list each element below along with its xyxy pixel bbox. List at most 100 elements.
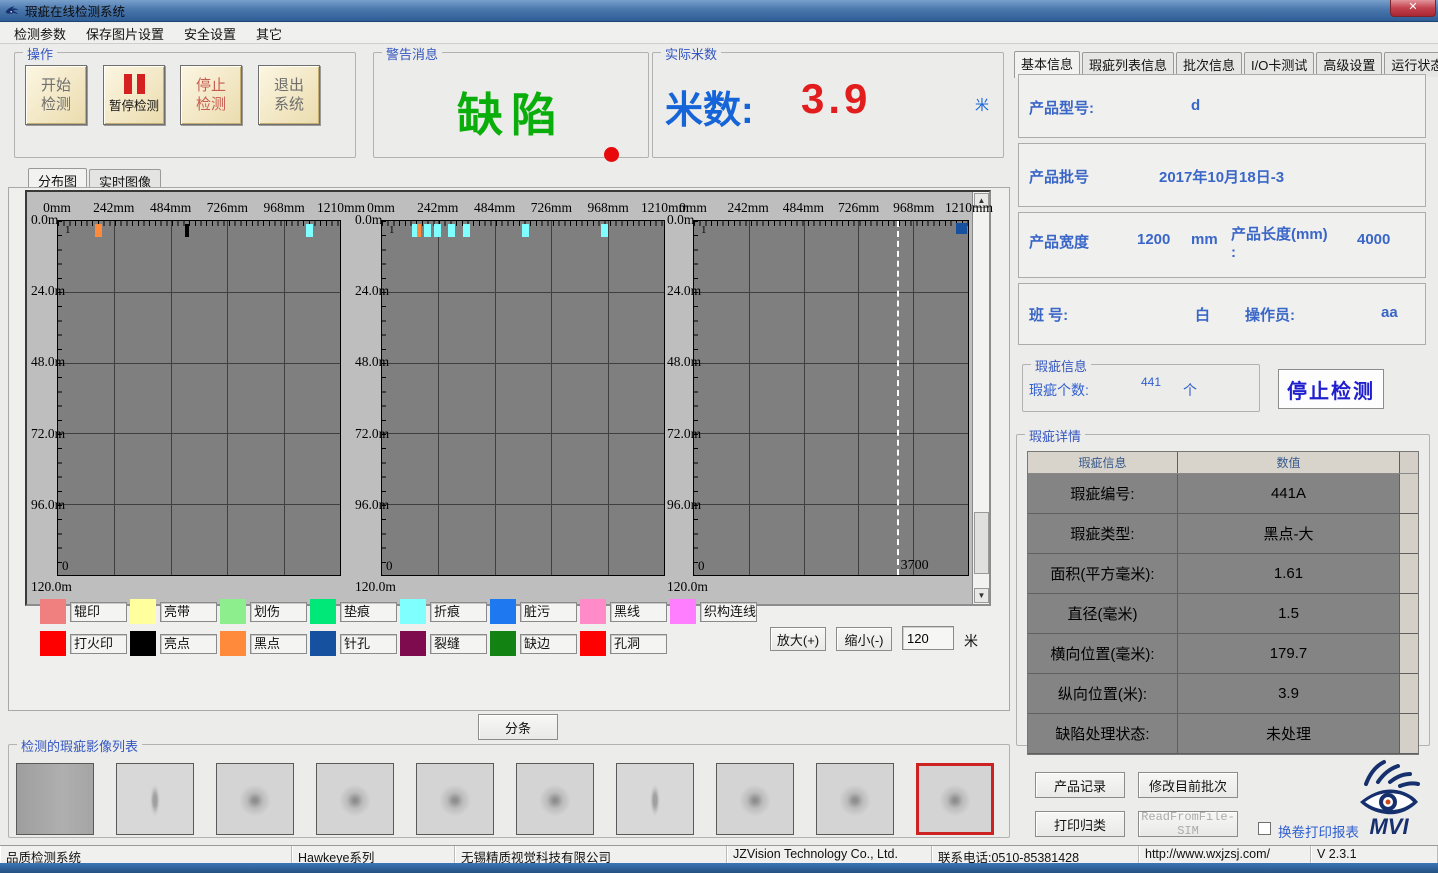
modify-batch-button[interactable]: 修改目前批次 (1138, 772, 1238, 798)
defect-mark[interactable] (522, 224, 529, 237)
alarm-dot-indicator (604, 147, 619, 162)
stop-detect-button[interactable]: 停止检测 (1278, 369, 1384, 409)
close-button[interactable]: ✕ (1390, 0, 1436, 17)
defect-mark[interactable] (434, 224, 441, 237)
status-bar: 品质检测系统Hawkeye系列无锡精质视觉科技有限公司JZVision Tech… (0, 845, 1438, 863)
op-button-2[interactable]: 停止检测 (180, 65, 242, 125)
defect-mark[interactable] (448, 224, 455, 237)
defect-row-label: 缺陷处理状态: (1028, 714, 1178, 753)
legend-item-黑点: 黑点 (220, 631, 310, 656)
defect-thumbnail-0[interactable] (16, 763, 94, 835)
range-input[interactable] (902, 626, 954, 650)
defect-info-group: 瑕疵信息 瑕疵个数: 441 个 (1022, 364, 1260, 412)
axis-ticks-left (694, 221, 698, 575)
defect-thumbnail-9[interactable] (916, 763, 994, 835)
defect-thumbnail-2[interactable] (216, 763, 294, 835)
op-button-0[interactable]: 开始检测 (25, 65, 87, 125)
defect-detail-table: 瑕疵信息 数值 瑕疵编号:441A瑕疵类型:黑点-大面积(平方毫米):1.61直… (1027, 451, 1419, 755)
gridline-h (58, 504, 340, 505)
y-tick-label: 0.0m (355, 212, 399, 228)
defect-table-row[interactable]: 瑕疵编号:441A (1028, 474, 1418, 514)
gridline-v (171, 221, 172, 575)
status-segment-4: 联系电话:0510-85381428 (932, 846, 1139, 863)
origin-label: 0 (698, 558, 705, 574)
pause-icon (124, 74, 145, 94)
defect-chart-2: 0mm242mm484mm726mm968mm1210mm0.0m24.0m48… (355, 196, 665, 596)
defect-thumbnail-5[interactable] (516, 763, 594, 835)
defect-mark[interactable] (417, 224, 421, 237)
status-segment-0: 品质检测系统 (0, 846, 292, 863)
legend-label: 织构连线 (700, 602, 757, 622)
defect-table-row[interactable]: 直径(毫米)1.5 (1028, 594, 1418, 634)
legend-label: 打火印 (70, 634, 127, 654)
legend-item-织构连线: 织构连线 (670, 599, 760, 624)
menu-item-1[interactable]: 保存图片设置 (76, 22, 174, 45)
x-tick-label: 1210mm (945, 200, 993, 216)
x-tick-label: 484mm (150, 200, 191, 216)
print-classify-button[interactable]: 打印归类 (1035, 811, 1125, 837)
defect-thumbnail-1[interactable] (116, 763, 194, 835)
product-width-value: 1200 (1137, 231, 1170, 248)
axis-ticks-left (382, 221, 386, 575)
y-tick-label: 48.0m (31, 354, 75, 370)
defect-table-row[interactable]: 横向位置(毫米):179.7 (1028, 634, 1418, 674)
defect-count-unit: 个 (1183, 380, 1197, 400)
defect-mark[interactable] (956, 223, 967, 234)
y-tick-label: 48.0m (355, 354, 399, 370)
legend-item-孔洞: 孔洞 (580, 631, 670, 656)
legend-item-黑线: 黑线 (580, 599, 670, 624)
defect-table-row[interactable]: 纵向位置(米):3.9 (1028, 674, 1418, 714)
zoom-out-button[interactable]: 缩小(-) (836, 627, 892, 651)
defect-thumbnail-7[interactable] (716, 763, 794, 835)
x-tick-label: 484mm (783, 200, 824, 216)
defect-row-spacer (1400, 674, 1418, 713)
defect-table-row[interactable]: 瑕疵类型:黑点-大 (1028, 514, 1418, 554)
chart-scrollbar[interactable]: ▲ ▼ (972, 192, 989, 604)
defect-thumbnail-3[interactable] (316, 763, 394, 835)
defect-mark[interactable] (185, 224, 189, 237)
position-marker-line (897, 221, 899, 575)
scroll-down-icon[interactable]: ▼ (974, 588, 989, 603)
zoom-in-button[interactable]: 放大(+) (770, 627, 826, 651)
defect-thumbnail-4[interactable] (416, 763, 494, 835)
menu-item-0[interactable]: 检测参数 (4, 22, 76, 45)
x-tick-label: 242mm (728, 200, 769, 216)
defect-mark[interactable] (95, 224, 102, 237)
menu-item-2[interactable]: 安全设置 (174, 22, 246, 45)
chart-plot-area[interactable]: 01 (381, 220, 665, 576)
defect-mark[interactable] (424, 224, 431, 237)
legend-item-亮点: 亮点 (130, 631, 220, 656)
roll-print-checkbox[interactable] (1258, 822, 1271, 835)
product-batch-row: 产品批号 2017年10月18日-3 (1018, 143, 1426, 207)
scroll-thumb[interactable] (974, 512, 989, 574)
defect-table-row[interactable]: 面积(平方毫米):1.61 (1028, 554, 1418, 594)
legend-item-缺边: 缺边 (490, 631, 580, 656)
defect-mark[interactable] (463, 224, 470, 237)
y-tick-label: 72.0m (31, 426, 75, 442)
legend-label: 裂缝 (430, 634, 487, 654)
legend-color-swatch (580, 631, 606, 656)
gridline-h (694, 363, 968, 364)
defect-chart-3: 0mm242mm484mm726mm968mm1210mm0.0m24.0m48… (667, 196, 969, 596)
defect-thumbnail-6[interactable] (616, 763, 694, 835)
y-tick-label: 24.0m (31, 283, 75, 299)
strip-button[interactable]: 分条 (478, 714, 558, 740)
gridline-h (58, 292, 340, 293)
defect-thumbnail-8[interactable] (816, 763, 894, 835)
chart-plot-area[interactable]: 01 (57, 220, 341, 576)
defect-mark[interactable] (601, 224, 608, 237)
menu-item-3[interactable]: 其它 (246, 22, 292, 45)
axis-ticks-left (58, 221, 62, 575)
product-record-button[interactable]: 产品记录 (1035, 772, 1125, 798)
product-model-value: d (1191, 97, 1200, 114)
gridline-h (382, 292, 664, 293)
op-button-1[interactable]: 暂停检测 (103, 65, 165, 125)
defect-mark[interactable] (306, 224, 313, 237)
defect-table-row[interactable]: 缺陷处理状态:未处理 (1028, 714, 1418, 754)
gridline-v (495, 221, 496, 575)
operation-group-title: 操作 (23, 44, 57, 63)
meter-unit: 米 (975, 95, 989, 115)
header-value: 数值 (1178, 452, 1400, 473)
op-button-3[interactable]: 退出系统 (258, 65, 320, 125)
chart-plot-area[interactable]: 013700 (693, 220, 969, 576)
